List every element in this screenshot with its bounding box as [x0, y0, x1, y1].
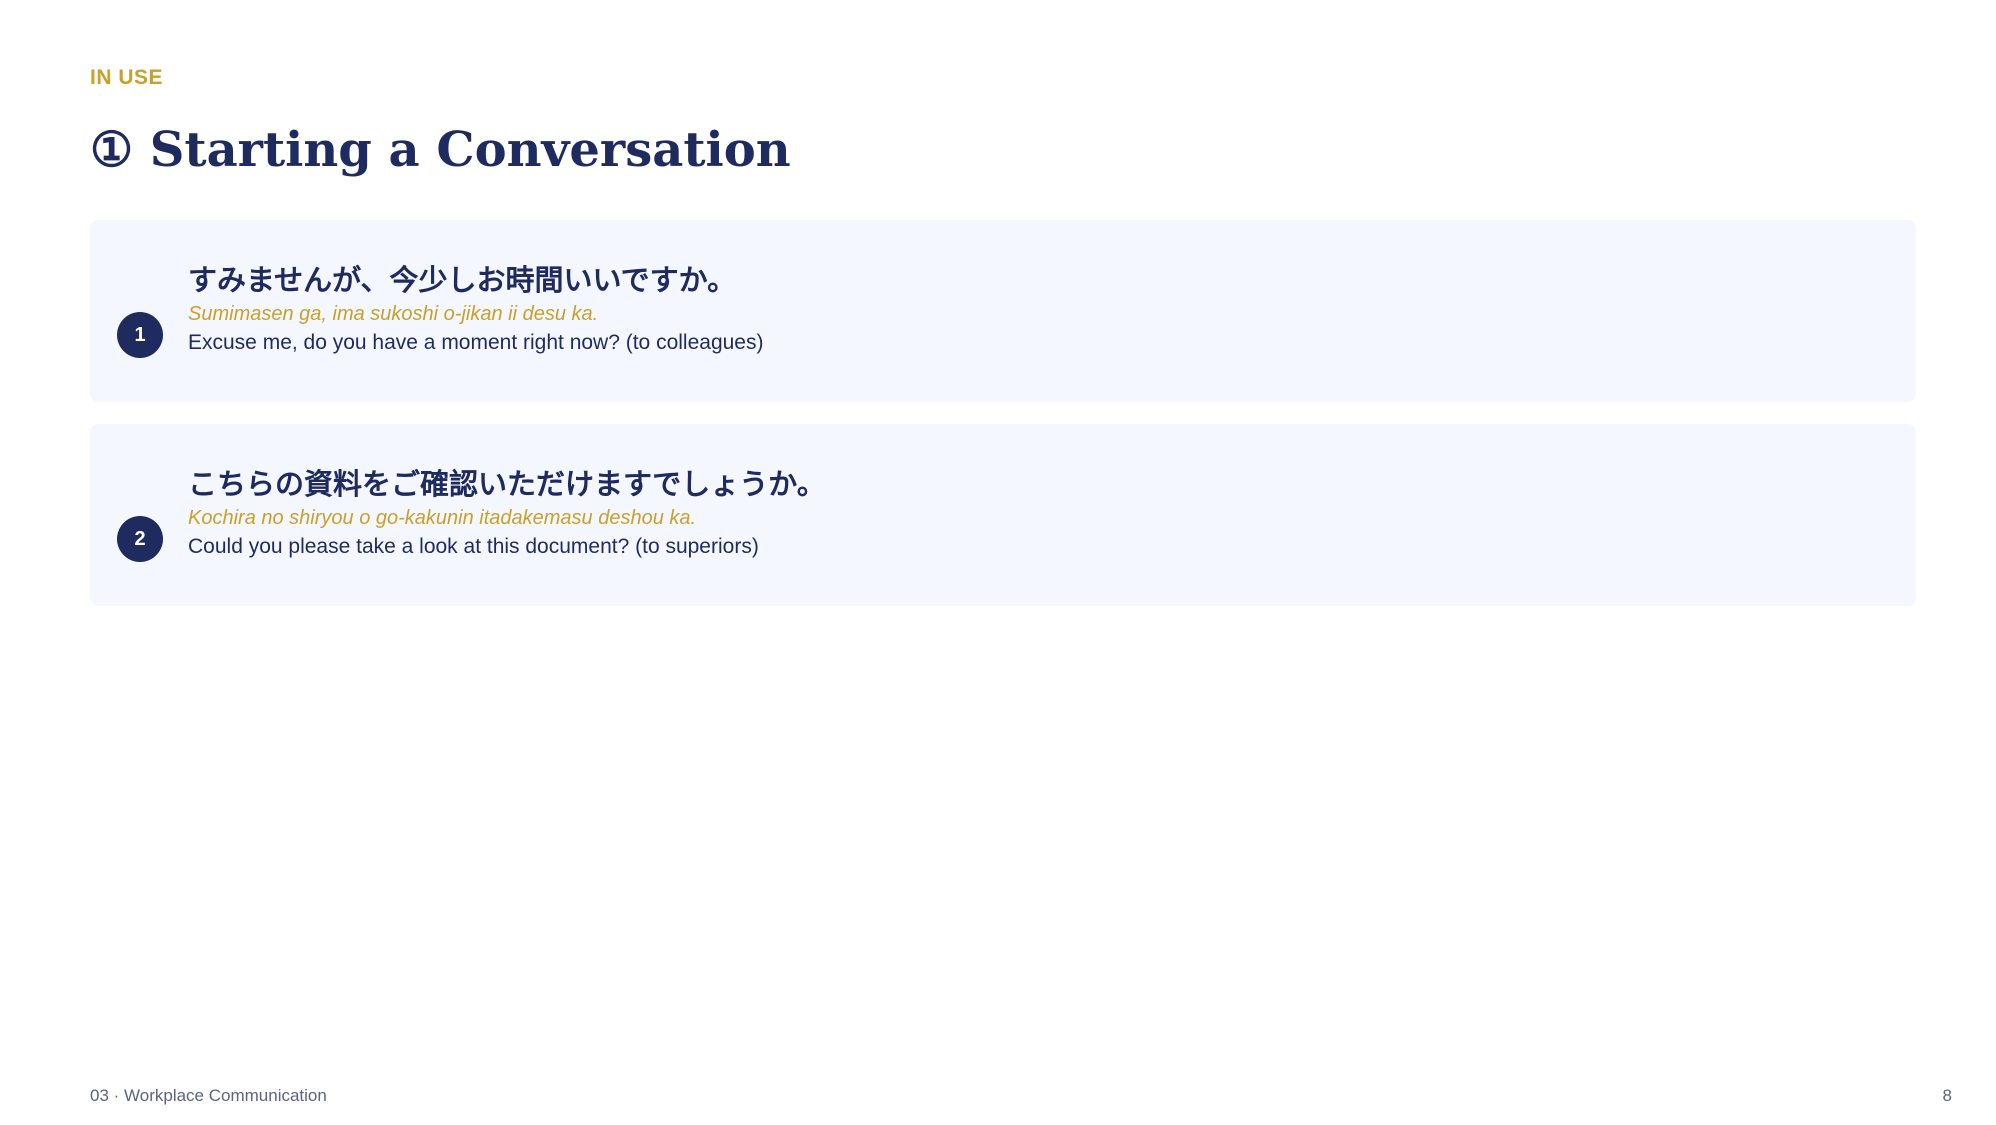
- footer-section-label: 03 · Workplace Communication: [90, 1086, 327, 1105]
- phrase-japanese: すみませんが、今少しお時間いいですか。: [188, 263, 737, 297]
- phrase-english: Could you please take a look at this doc…: [188, 535, 759, 558]
- phrase-romaji: Sumimasen ga, ima sukoshi o-jikan ii des…: [188, 303, 599, 325]
- phrase-number-badge: 1: [117, 312, 163, 358]
- phrase-card-1: 1 すみませんが、今少しお時間いいですか。 Sumimasen ga, ima …: [90, 220, 1916, 402]
- phrase-card-2: 2 こちらの資料をご確認いただけますでしょうか。 Kochira no shir…: [90, 424, 1916, 606]
- phrase-text-group: こちらの資料をご確認いただけますでしょうか。 Kochira no shiryo…: [188, 464, 1876, 562]
- slide: IN USE ① Starting a Conversation 1 すみません…: [0, 0, 1996, 1125]
- footer-page-number: 8: [1942, 1086, 1952, 1105]
- phrase-number-badge: 2: [117, 516, 163, 562]
- phrase-text-group: すみませんが、今少しお時間いいですか。 Sumimasen ga, ima su…: [188, 260, 1876, 358]
- phrase-romaji: Kochira no shiryou o go-kakunin itadakem…: [188, 507, 697, 529]
- phrase-japanese: こちらの資料をご確認いただけますでしょうか。: [188, 467, 826, 501]
- phrase-list: 1 すみませんが、今少しお時間いいですか。 Sumimasen ga, ima …: [90, 220, 1916, 628]
- page-title: ① Starting a Conversation: [90, 122, 791, 178]
- phrase-english: Excuse me, do you have a moment right no…: [188, 331, 764, 354]
- eyebrow-label: IN USE: [90, 66, 164, 89]
